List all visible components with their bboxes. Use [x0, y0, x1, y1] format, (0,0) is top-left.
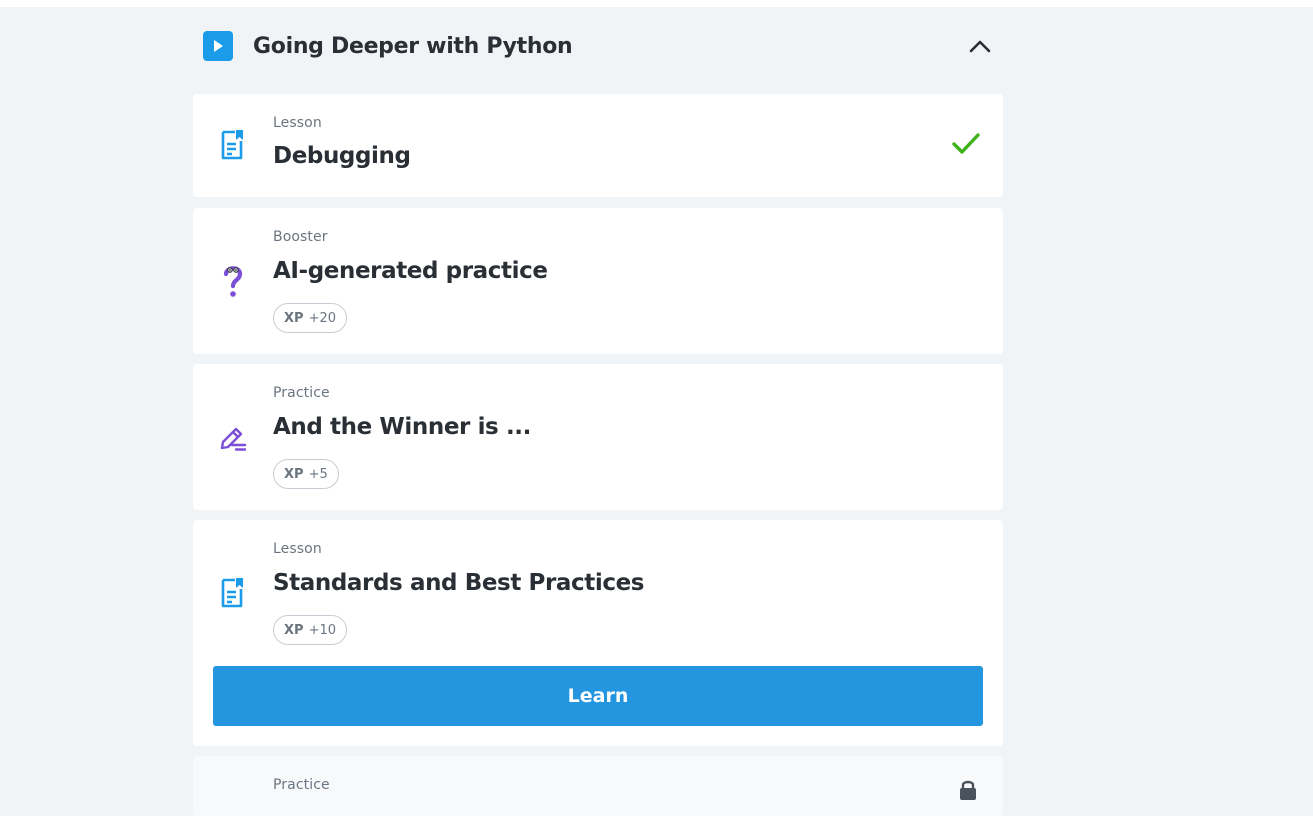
module-header[interactable]: Going Deeper with Python	[193, 25, 1003, 67]
lesson-card-standards[interactable]: Lesson Standards and Best Practices XP +…	[193, 520, 1003, 746]
top-strip	[0, 0, 1313, 7]
lesson-card-debugging[interactable]: Lesson Debugging	[193, 94, 1003, 197]
item-title: Debugging	[273, 143, 411, 169]
lesson-document-icon	[217, 128, 249, 162]
item-kind: Lesson	[273, 115, 322, 131]
xp-value: +5	[308, 466, 328, 482]
question-mark-icon	[217, 263, 249, 297]
xp-badge: XP +5	[273, 459, 339, 489]
play-icon	[203, 31, 233, 61]
item-kind: Practice	[273, 385, 330, 401]
locked-practice-card: Practice	[193, 756, 1003, 816]
practice-card[interactable]: Practice And the Winner is ... XP +5	[193, 364, 1003, 510]
item-title: AI-generated practice	[273, 258, 548, 284]
pencil-icon	[217, 420, 249, 454]
xp-value: +20	[308, 310, 336, 326]
xp-value: +10	[308, 622, 336, 638]
xp-badge: XP +20	[273, 303, 347, 333]
lesson-document-icon	[217, 576, 249, 610]
xp-label: XP	[284, 466, 304, 482]
item-title: And the Winner is ...	[273, 414, 531, 440]
lock-icon	[960, 780, 976, 800]
learn-button[interactable]: Learn	[213, 666, 983, 726]
check-icon	[952, 133, 980, 154]
item-kind: Booster	[273, 229, 328, 245]
item-kind: Lesson	[273, 541, 322, 557]
xp-badge: XP +10	[273, 615, 347, 645]
booster-card[interactable]: Booster AI-generated practice XP +20	[193, 208, 1003, 354]
item-kind: Practice	[273, 777, 330, 793]
item-title: Standards and Best Practices	[273, 570, 645, 596]
xp-label: XP	[284, 310, 304, 326]
xp-label: XP	[284, 622, 304, 638]
chevron-up-icon[interactable]	[965, 31, 995, 61]
module-title: Going Deeper with Python	[253, 33, 573, 59]
